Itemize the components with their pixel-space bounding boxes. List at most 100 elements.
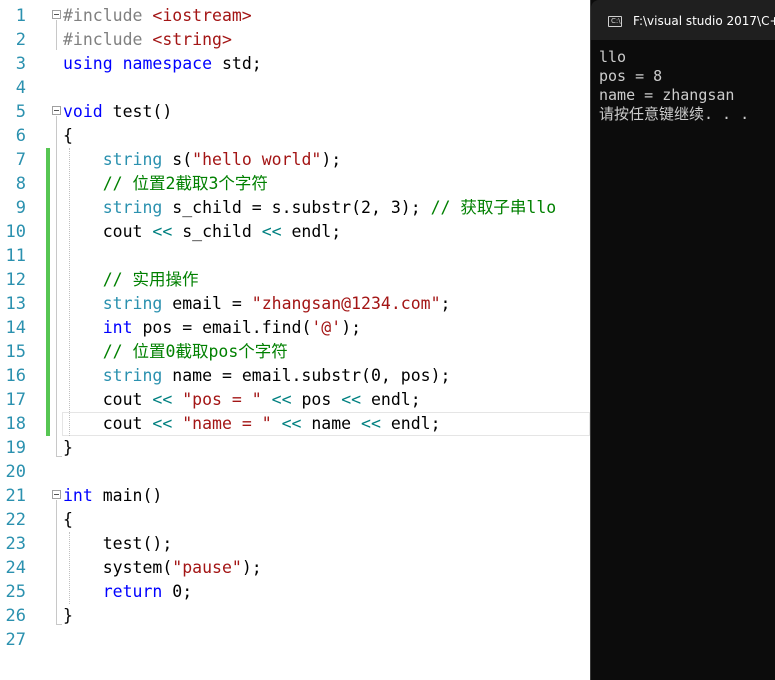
code-token: // 实用操作 (102, 270, 199, 289)
code-token: std; (212, 54, 262, 73)
code-text: // 位置0截取pos个字符 (63, 340, 288, 364)
code-line[interactable]: 17 cout << "pos = " << pos << endl; (0, 388, 590, 412)
line-number: 26 (5, 606, 26, 626)
line-number: 9 (15, 198, 26, 218)
code-token: string (102, 150, 163, 169)
code-line[interactable]: 25 return 0; (0, 580, 590, 604)
line-number: 7 (15, 150, 26, 170)
code-token: // 位置0截取pos个字符 (102, 342, 288, 361)
code-token: name = email.substr(0, pos); (162, 366, 451, 385)
code-token: string (102, 294, 163, 313)
code-text: string email = "zhangsan@1234.com"; (63, 292, 451, 316)
code-editor[interactable]: 1 #include <iostream> 2 #include <string> 3 u… (0, 0, 590, 680)
code-token: namespace (122, 54, 213, 73)
code-line[interactable]: 26} (0, 604, 590, 628)
code-text: { (63, 124, 73, 148)
code-text: string name = email.substr(0, pos); (63, 364, 451, 388)
code-token: "zhangsan@1234.com" (251, 294, 441, 313)
collapse-icon[interactable] (52, 106, 61, 115)
line-number: 3 (15, 54, 26, 74)
code-text: void test() (63, 100, 172, 124)
code-line[interactable]: 7 string s("hello world"); (0, 148, 590, 172)
code-token: test(); (63, 534, 173, 553)
code-line[interactable]: 24 system("pause"); (0, 556, 590, 580)
line-number: 12 (5, 270, 26, 290)
code-token: << (261, 222, 282, 241)
code-line[interactable]: 6{ (0, 124, 590, 148)
code-token: int (102, 318, 133, 337)
code-token: { (63, 126, 73, 145)
console-output-line: 请按任意键继续. . . (599, 105, 750, 123)
indent-guide (69, 532, 70, 604)
code-token: "pause" (172, 558, 242, 577)
code-line[interactable]: 19} (0, 436, 590, 460)
line-number: 24 (5, 558, 26, 578)
code-line[interactable]: 22 { (0, 508, 590, 532)
code-line[interactable]: 11 (0, 244, 590, 268)
code-line[interactable]: 8 // 位置2截取3个字符 (0, 172, 590, 196)
code-line[interactable]: 15 // 位置0截取pos个字符 (0, 340, 590, 364)
line-number: 16 (5, 366, 26, 386)
line-number: 2 (15, 30, 26, 50)
code-token: s_child = s.substr(2, 3); (162, 198, 431, 217)
code-token: '@' (311, 318, 342, 337)
console-icon: C:\ (608, 16, 622, 27)
code-text: #include <string> (63, 28, 232, 52)
code-token: << (152, 390, 173, 409)
line-number: 23 (5, 534, 26, 554)
code-token: ); (341, 318, 362, 337)
line-number: 21 (5, 486, 26, 506)
code-token: << (341, 390, 362, 409)
line-number: 1 (15, 6, 26, 26)
line-number: 20 (5, 462, 26, 482)
code-token: pos (291, 390, 342, 409)
code-line[interactable]: 23 test(); (0, 532, 590, 556)
collapse-icon[interactable] (52, 490, 61, 499)
code-line[interactable]: 12 // 实用操作 (0, 268, 590, 292)
collapse-icon[interactable] (52, 10, 61, 19)
code-text: #include <iostream> (63, 4, 252, 28)
line-number: 27 (5, 630, 26, 650)
code-token: // 获取子串llo (430, 198, 557, 217)
code-line[interactable]: 21 int main() (0, 484, 590, 508)
code-line[interactable]: 16 string name = email.substr(0, pos); (0, 364, 590, 388)
code-text: // 实用操作 (63, 268, 199, 292)
code-line[interactable]: 27 (0, 628, 590, 652)
code-line[interactable]: 1 #include <iostream> (0, 4, 590, 28)
code-token: endl; (281, 222, 342, 241)
code-text: string s_child = s.substr(2, 3); // 获取子串… (63, 196, 556, 220)
code-line[interactable]: 14 int pos = email.find('@'); (0, 316, 590, 340)
console-output-line: name = zhangsan (599, 86, 735, 104)
code-line[interactable]: 4 (0, 76, 590, 100)
code-token: cout (63, 222, 153, 241)
line-number: 22 (5, 510, 26, 530)
code-text: string s("hello world"); (63, 148, 341, 172)
code-text: using namespace std; (63, 52, 262, 76)
code-token: main() (92, 486, 163, 505)
code-line[interactable]: 9 string s_child = s.substr(2, 3); // 获取… (0, 196, 590, 220)
line-number: 18 (5, 414, 26, 434)
console-window[interactable]: C:\ F:\visual studio 2017\C++_ llo pos =… (590, 0, 775, 680)
code-token: { (63, 510, 73, 529)
code-token: "pos = " (182, 390, 262, 409)
code-token: <iostream> (152, 6, 252, 25)
code-line[interactable]: 5 void test() (0, 100, 590, 124)
code-line[interactable]: 20 (0, 460, 590, 484)
console-titlebar[interactable]: C:\ F:\visual studio 2017\C++_ (591, 0, 775, 40)
code-token: endl; (361, 390, 421, 409)
code-token: 0; (162, 582, 193, 601)
line-number: 5 (15, 102, 26, 122)
console-title: F:\visual studio 2017\C++_ (633, 14, 775, 28)
code-token: string (102, 366, 163, 385)
code-line[interactable]: 2 #include <string> (0, 28, 590, 52)
code-text: system("pause"); (63, 556, 262, 580)
code-text: test(); (63, 532, 173, 556)
code-line[interactable]: 10 cout << s_child << endl; (0, 220, 590, 244)
fold-outline-end (56, 624, 62, 625)
code-line[interactable]: 13 string email = "zhangsan@1234.com"; (0, 292, 590, 316)
code-line[interactable]: 3 using namespace std; (0, 52, 590, 76)
code-text: } (63, 436, 73, 460)
